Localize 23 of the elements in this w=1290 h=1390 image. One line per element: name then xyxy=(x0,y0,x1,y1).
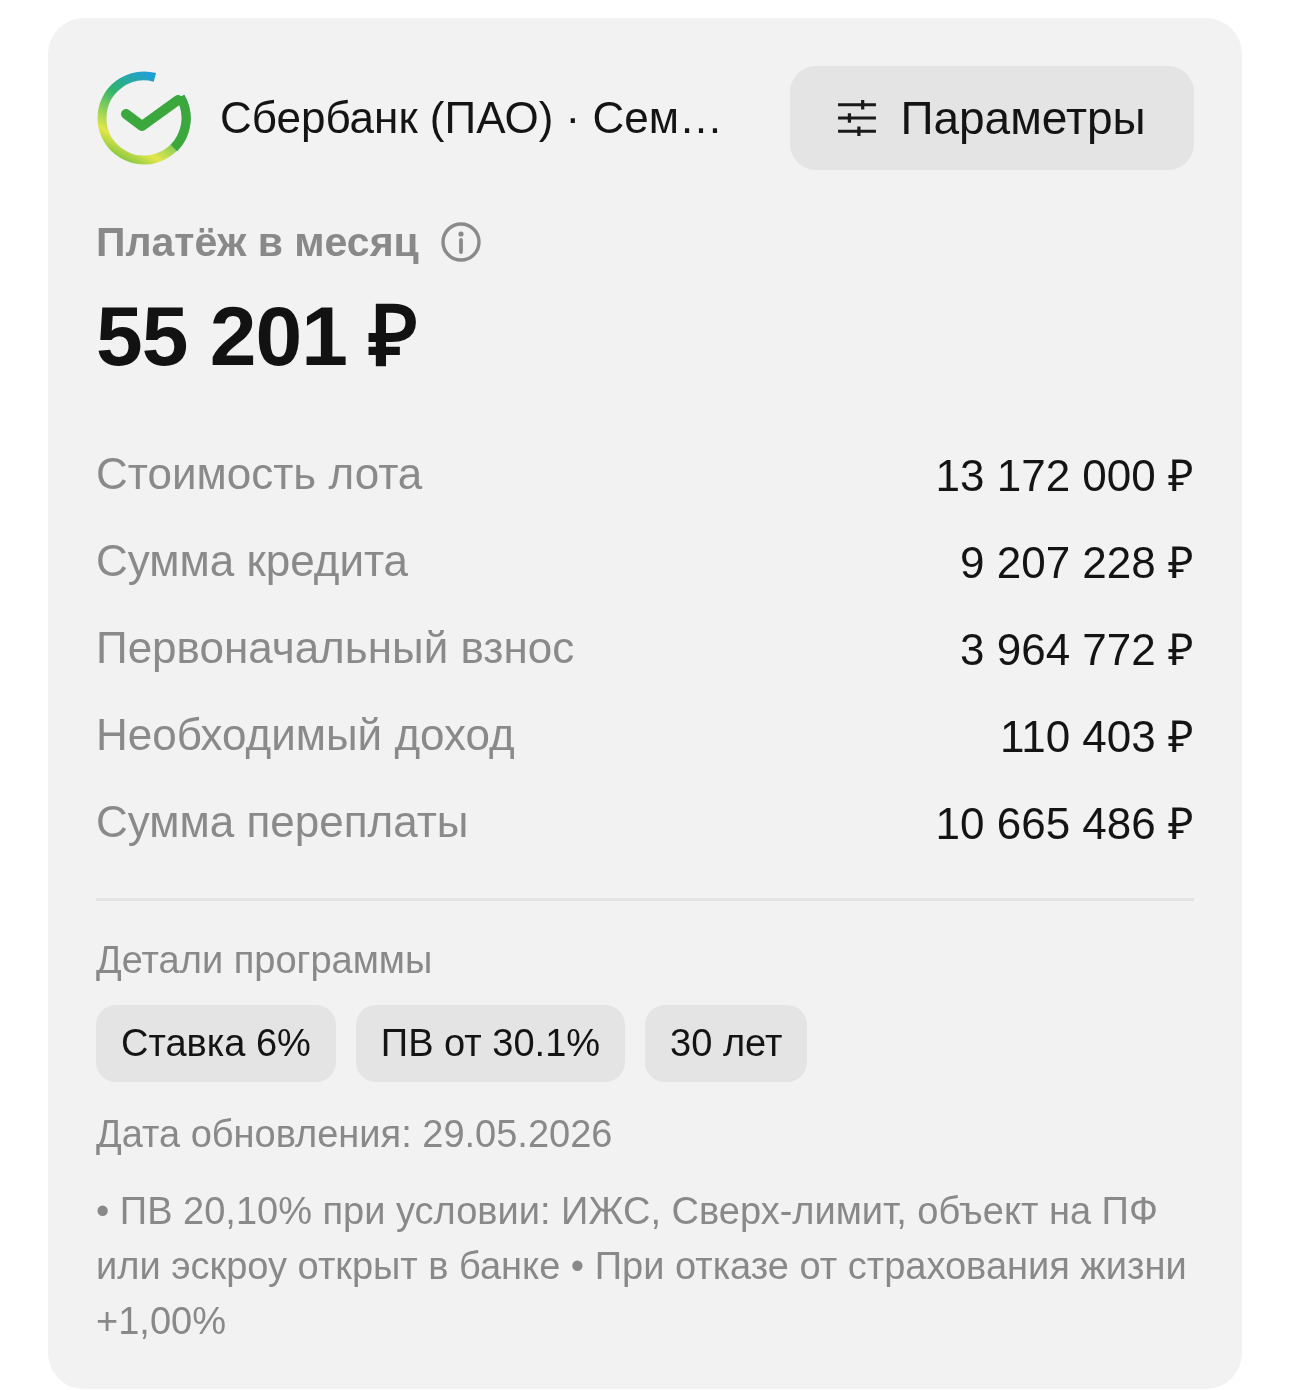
update-date: Дата обновления: 29.05.2026 xyxy=(96,1112,614,1157)
program-tag: ПВ от 30.1% xyxy=(355,1005,626,1082)
payment-amount: 55 201 ₽ xyxy=(96,294,419,378)
parameters-button[interactable]: Параметры xyxy=(790,66,1194,170)
sliders-icon xyxy=(838,100,877,136)
bank-name: Сбербанк (ПАО) · Сем… xyxy=(220,93,724,143)
detail-label: Необходимый доход xyxy=(96,709,515,760)
detail-label: Сумма кредита xyxy=(96,535,409,586)
detail-value: 3 964 772 ₽ xyxy=(960,623,1194,676)
detail-value: 10 665 486 ₽ xyxy=(935,797,1194,850)
footnote-text: • ПВ 20,10% при условии: ИЖС, Сверх-лимит, объект на ПФ или эскроу открыт в банке • При отказе от страхования жизни +1,00% xyxy=(96,1189,1188,1344)
info-icon[interactable] xyxy=(440,222,481,262)
detail-label: Сумма переплаты xyxy=(96,796,469,847)
section-title: Детали программы xyxy=(96,938,434,983)
detail-value: 110 403 ₽ xyxy=(1000,710,1194,763)
detail-label: Первоначальный взнос xyxy=(96,622,575,673)
payment-label: Платёж в месяц xyxy=(96,218,419,266)
detail-value: 9 207 228 ₽ xyxy=(960,536,1194,589)
detail-label: Стоимость лота xyxy=(96,448,423,499)
program-tag: 30 лет xyxy=(645,1005,808,1082)
program-tag: Ставка 6% xyxy=(96,1005,336,1082)
check-ring-icon xyxy=(96,70,192,166)
detail-value: 13 172 000 ₽ xyxy=(935,449,1194,502)
